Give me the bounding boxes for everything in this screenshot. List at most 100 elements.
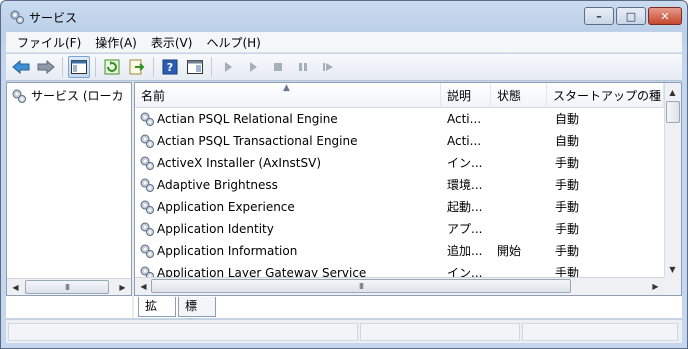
grip-icon: III [64, 282, 70, 292]
service-description: 追加... [447, 244, 483, 258]
list-vertical-scroll-thumb[interactable] [666, 101, 680, 123]
properties-icon [187, 60, 203, 74]
column-header-description[interactable]: 説明 [441, 83, 491, 108]
tab-extended[interactable]: 拡張 [138, 297, 176, 332]
stop-service-icon [274, 63, 282, 71]
service-gear-icon [140, 134, 154, 148]
stop-service-button[interactable] [267, 56, 289, 78]
export-list-button[interactable] [126, 56, 148, 78]
show-hide-tree-button[interactable] [68, 56, 90, 78]
name-cell: Application Identity [139, 218, 445, 240]
status-section [522, 323, 678, 341]
toolbar: ? [6, 54, 682, 81]
service-name: Actian PSQL Transactional Engine [157, 134, 358, 148]
window-title: サービス [29, 11, 78, 25]
tree-item-services-local[interactable]: サービス (ローカ [11, 87, 124, 104]
list-horizontal-scroll-thumb[interactable]: III [151, 279, 571, 293]
services-list: 名前 ▲ 説明 状態 スタートアップの種 Actian PSQL Relatio… [134, 82, 682, 296]
resume-service-button[interactable] [317, 56, 339, 78]
services-window: サービス – □ ✕ ファイル(F) 操作(A) 表示(V) ヘルプ(H) ? … [0, 0, 688, 349]
scrollbar-corner [664, 277, 681, 295]
pause-service-button[interactable] [292, 56, 314, 78]
tree-scroll-thumb[interactable]: III [25, 280, 109, 294]
service-gear-icon [140, 222, 154, 236]
start-service-2-button[interactable] [242, 56, 264, 78]
start-service-2-icon [250, 62, 257, 72]
table-row[interactable]: Application Identity アプ... 手動 [135, 218, 664, 240]
svg-text:?: ? [167, 61, 173, 74]
table-row[interactable]: Adaptive Brightness 環境... 手動 [135, 174, 664, 196]
service-name: Actian PSQL Relational Engine [157, 112, 338, 126]
service-description: 環境... [447, 178, 483, 192]
column-header-startup-type[interactable]: スタートアップの種 [547, 83, 664, 108]
scroll-right-arrow-icon[interactable]: ▶ [648, 278, 663, 294]
start-service-icon [225, 62, 232, 72]
service-description: イン... [447, 156, 483, 170]
menu-view[interactable]: 表示(V) [144, 34, 200, 51]
scroll-right-arrow-icon[interactable]: ▶ [115, 279, 130, 295]
forward-icon [37, 60, 55, 74]
service-status [497, 174, 547, 196]
view-tabs: 拡張 標準 [134, 297, 682, 332]
scroll-left-arrow-icon[interactable]: ◀ [8, 279, 23, 295]
table-row[interactable]: Application Information 追加... 開始 手動 [135, 240, 664, 262]
status-section [8, 323, 358, 341]
name-cell: Actian PSQL Relational Engine [139, 108, 445, 130]
column-header-label: 状態 [497, 89, 522, 103]
table-row[interactable]: Actian PSQL Transactional Engine Acti...… [135, 130, 664, 152]
toolbar-separator [153, 57, 154, 77]
show-hide-tree-icon [71, 60, 87, 74]
list-horizontal-scrollbar[interactable]: ◀ III ▶ [135, 277, 664, 295]
status-bar [6, 319, 682, 343]
scroll-down-arrow-icon[interactable]: ▼ [665, 261, 680, 277]
service-status [497, 130, 547, 152]
name-cell: Adaptive Brightness [139, 174, 445, 196]
menu-help[interactable]: ヘルプ(H) [199, 34, 267, 51]
service-description: Acti... [447, 134, 482, 148]
table-row[interactable]: Application Experience 起動... 手動 [135, 196, 664, 218]
service-gear-icon [140, 200, 154, 214]
toolbar-separator [211, 57, 212, 77]
service-status [497, 218, 547, 240]
toolbar-separator [95, 57, 96, 77]
help-icon: ? [162, 59, 178, 75]
minimize-icon: – [596, 9, 602, 23]
service-startup-type: 手動 [555, 222, 580, 236]
list-vertical-scrollbar[interactable]: ▲ ▼ [664, 83, 681, 278]
help-button[interactable]: ? [159, 56, 181, 78]
scroll-up-arrow-icon[interactable]: ▲ [665, 84, 680, 100]
refresh-icon [104, 59, 120, 75]
tree-pane: サービス (ローカ ◀ III ▶ [6, 82, 132, 296]
column-header-label: 名前 [141, 89, 166, 103]
service-gear-icon [140, 178, 154, 192]
tab-standard[interactable]: 標準 [178, 297, 216, 332]
refresh-button[interactable] [101, 56, 123, 78]
window-controls: – □ ✕ [584, 7, 682, 25]
column-header-label: 説明 [447, 89, 472, 103]
start-service-button[interactable] [217, 56, 239, 78]
table-row[interactable]: Actian PSQL Relational Engine Acti... 自動 [135, 108, 664, 130]
service-startup-type: 自動 [555, 112, 580, 126]
maximize-button[interactable]: □ [616, 7, 646, 25]
service-startup-type: 手動 [555, 244, 580, 258]
content-area: サービス (ローカ ◀ III ▶ 名前 ▲ 説明 状態 スタートアップの種 A… [6, 82, 682, 332]
pause-service-icon [299, 63, 307, 71]
properties-button[interactable] [184, 56, 206, 78]
service-gear-icon [140, 244, 154, 258]
menu-bar: ファイル(F) 操作(A) 表示(V) ヘルプ(H) [6, 32, 682, 53]
name-cell: Application Experience [139, 196, 445, 218]
column-header-status[interactable]: 状態 [491, 83, 547, 108]
tree-horizontal-scrollbar[interactable]: ◀ III ▶ [7, 278, 131, 295]
minimize-button[interactable]: – [584, 7, 614, 25]
table-row[interactable]: ActiveX Installer (AxInstSV) イン... 手動 [135, 152, 664, 174]
forward-button[interactable] [35, 56, 57, 78]
close-button[interactable]: ✕ [648, 7, 682, 25]
back-button[interactable] [10, 56, 32, 78]
menu-action[interactable]: 操作(A) [88, 34, 144, 51]
menu-file[interactable]: ファイル(F) [10, 34, 88, 51]
title-bar[interactable]: サービス – □ ✕ [1, 1, 687, 31]
service-name: Application Identity [157, 222, 274, 236]
back-icon [12, 60, 30, 74]
scroll-left-arrow-icon[interactable]: ◀ [136, 278, 151, 294]
service-status [497, 196, 547, 218]
